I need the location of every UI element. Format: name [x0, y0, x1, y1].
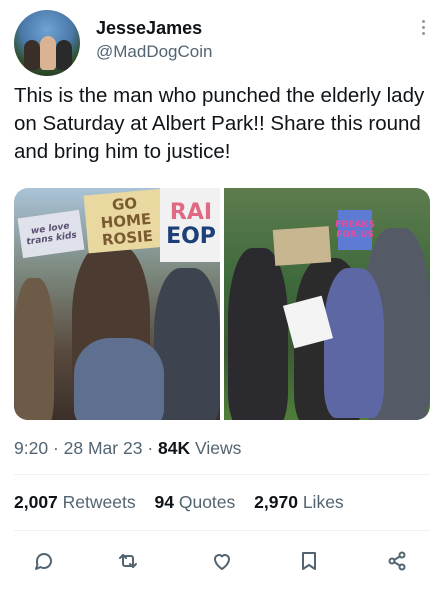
views-label: Views — [195, 438, 242, 458]
protest-sign: RAI EOP — [160, 188, 220, 262]
likes-label: Likes — [302, 492, 344, 512]
action-bar — [0, 544, 443, 580]
retweet-icon[interactable] — [111, 544, 145, 578]
tweet-text: This is the man who punched the elderly … — [14, 84, 425, 163]
like-icon[interactable] — [205, 544, 239, 578]
more-vertical-icon[interactable] — [420, 20, 426, 38]
tweet-time[interactable]: 9:20 — [14, 438, 48, 458]
tweet-date[interactable]: 28 Mar 23 — [64, 438, 143, 458]
avatar[interactable] — [14, 10, 80, 76]
protest-sign: FREAKS FOR US — [335, 210, 375, 250]
retweets-label: Retweets — [62, 492, 136, 512]
author-handle[interactable]: @MadDogCoin — [96, 42, 212, 62]
quotes-label: Quotes — [178, 492, 236, 512]
divider — [14, 530, 430, 531]
crowd-figure — [228, 248, 288, 420]
crowd-figure — [14, 278, 54, 420]
crowd-figure — [324, 268, 384, 418]
likes-count: 2,970 — [254, 492, 298, 512]
retweets-stat[interactable]: 2,007 Retweets — [14, 492, 141, 512]
likes-stat[interactable]: 2,970 Likes — [254, 492, 344, 512]
quotes-count: 94 — [154, 492, 174, 512]
retweets-count: 2,007 — [14, 492, 58, 512]
separator: · — [147, 438, 154, 458]
avatar-figure — [24, 40, 40, 70]
media-image-right[interactable]: FREAKS FOR US — [224, 188, 430, 420]
reply-icon[interactable] — [27, 544, 61, 578]
quotes-stat[interactable]: 94 Quotes — [155, 492, 241, 512]
media-image-left[interactable]: we love trans kids GO HOME ROSIE RAI EOP — [14, 188, 220, 420]
sign-text: EOP — [166, 224, 216, 249]
tweet-meta: 9:20 · 28 Mar 23 · 84K Views — [14, 438, 241, 459]
author-name[interactable]: JesseJames — [96, 18, 202, 39]
protest-sign: we love trans kids — [17, 209, 85, 259]
separator: · — [52, 438, 59, 458]
divider — [14, 474, 430, 475]
views-count: 84K — [158, 438, 191, 458]
tweet-media[interactable]: we love trans kids GO HOME ROSIE RAI EOP… — [14, 188, 430, 420]
avatar-figure — [40, 36, 56, 70]
tweet-stats: 2,007 Retweets 94 Quotes 2,970 Likes — [14, 492, 358, 513]
protest-sign — [272, 226, 332, 266]
bookmark-icon[interactable] — [292, 544, 326, 578]
sign-text: RAI — [169, 200, 213, 225]
avatar-figure — [56, 40, 72, 70]
tweet-header: JesseJames @MadDogCoin — [14, 8, 434, 78]
protest-sign: GO HOME ROSIE — [83, 188, 169, 254]
crowd-figure — [74, 338, 164, 420]
share-icon[interactable] — [380, 544, 414, 578]
